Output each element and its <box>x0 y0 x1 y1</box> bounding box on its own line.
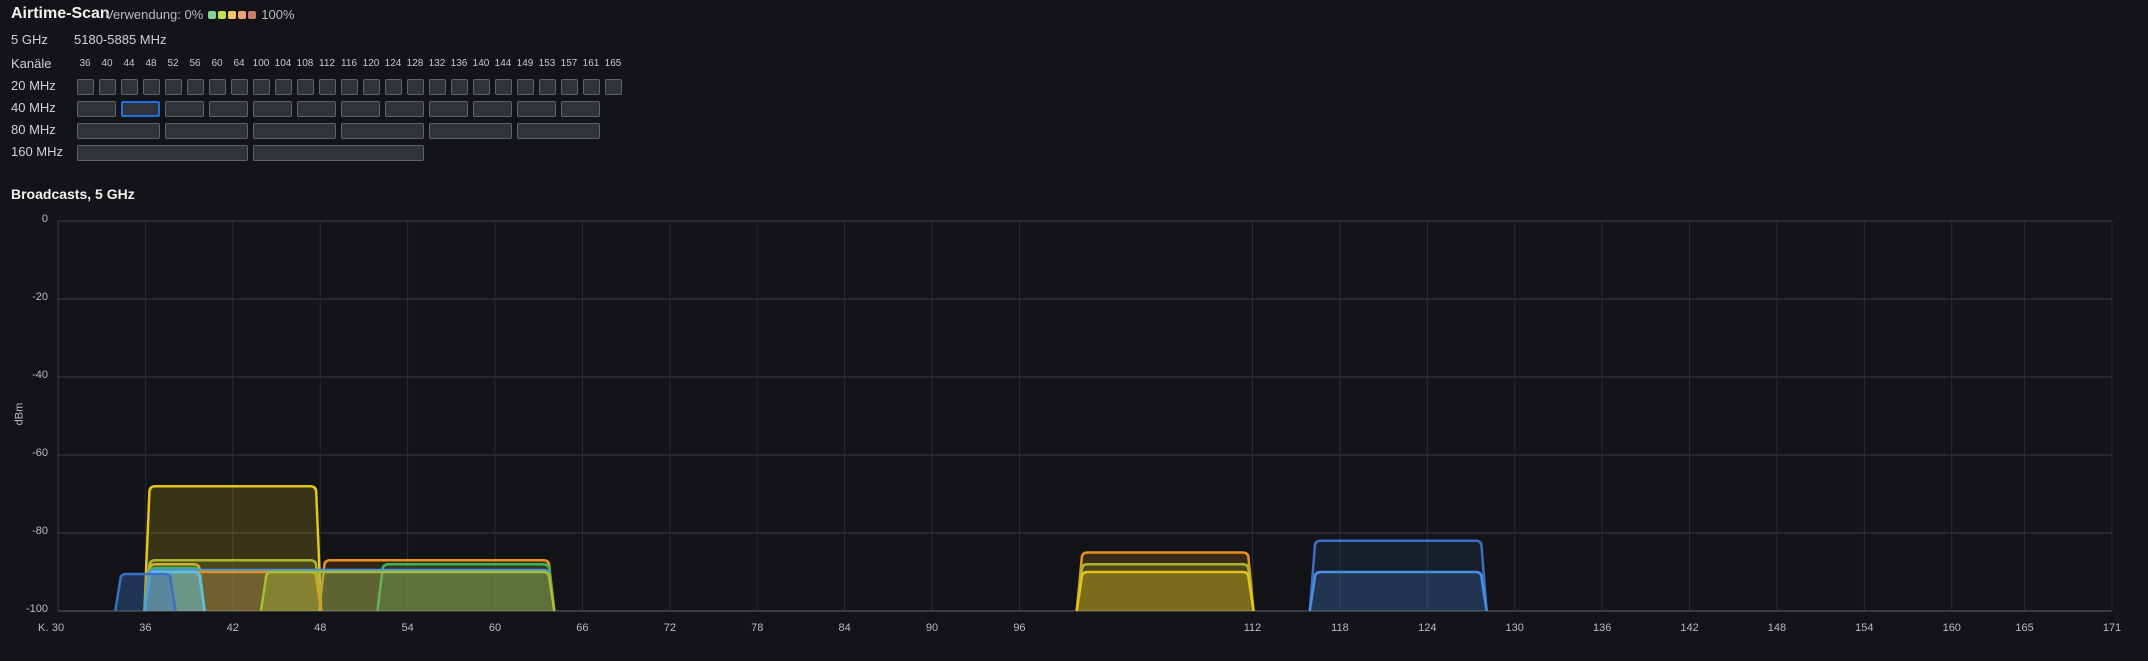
signal-area <box>260 572 555 611</box>
broadcast-chart <box>57 220 2113 612</box>
signal-area <box>115 573 176 611</box>
signal-area <box>1309 572 1487 611</box>
signal-area <box>1076 572 1254 611</box>
